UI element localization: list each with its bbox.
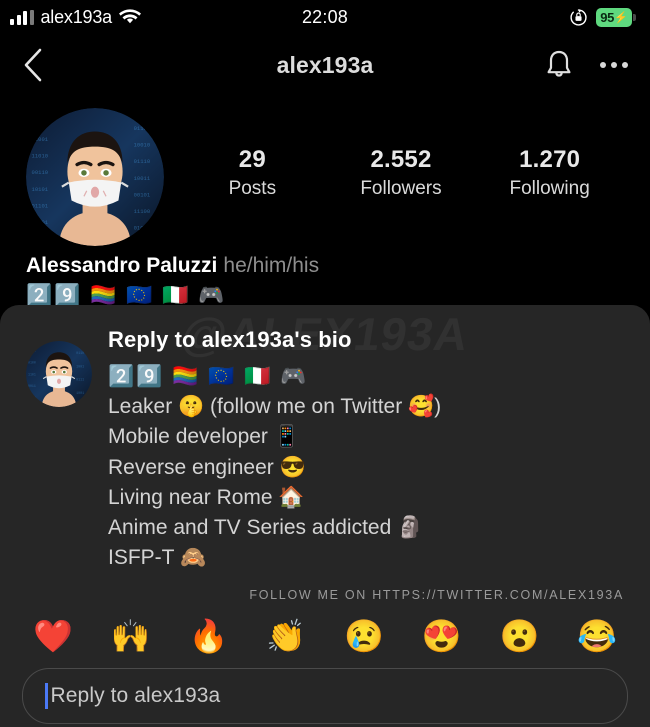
bio-line-emoji: 2️⃣9️⃣ 🏳️‍🌈 🇪🇺 🇮🇹 🎮 xyxy=(108,362,626,392)
quick-reactions-row: ❤️ 🙌 🔥 👏 😢 😍 😮 😂 xyxy=(0,606,650,658)
profile-pronouns: he/him/his xyxy=(223,254,319,277)
bio-line-living-near-rome: Living near Rome 🏠 xyxy=(108,483,626,513)
profile-avatar[interactable]: 10110 01001 11010 00110 10101 01101 11001 00… xyxy=(26,108,164,246)
stat-following-value: 1.270 xyxy=(504,146,596,174)
reply-sheet-avatar[interactable]: 1011 0100 1101 0011 1010 0110 1001 0111 1001 xyxy=(26,341,92,407)
profile-full-name: Alessandro Paluzzi xyxy=(26,254,217,277)
follow-me-note: FOLLOW ME ON HTTPS://TWITTER.COM/ALEX193… xyxy=(108,588,626,602)
stat-posts[interactable]: 29 Posts xyxy=(206,146,298,200)
charging-bolt-icon: ⚡ xyxy=(614,11,628,24)
battery-icon: 95 ⚡ xyxy=(596,8,636,27)
bio-text-block: 2️⃣9️⃣ 🏳️‍🌈 🇪🇺 🇮🇹 🎮 Leaker 🤫 (follow me … xyxy=(108,362,626,574)
bio-line-mobile-developer: Mobile developer 📱 xyxy=(108,422,626,452)
profile-name-row: Alessandro Paluzzi he/him/his xyxy=(26,252,624,280)
reply-sheet-title: Reply to alex193a's bio xyxy=(108,327,626,353)
reaction-raised-hands[interactable]: 🙌 xyxy=(111,620,151,652)
reply-input-container: Reply to alex193a xyxy=(0,658,650,724)
stat-following-label: Following xyxy=(504,178,596,200)
svg-text:11010: 11010 xyxy=(32,153,49,160)
svg-text:10101: 10101 xyxy=(32,186,49,193)
reply-input-placeholder: Reply to alex193a xyxy=(51,684,221,708)
carrier-label: alex193a xyxy=(41,7,112,28)
status-bar-left: alex193a xyxy=(10,7,141,28)
reply-input[interactable]: Reply to alex193a xyxy=(22,668,628,724)
stat-followers-label: Followers xyxy=(355,178,447,200)
wifi-icon xyxy=(119,9,141,25)
svg-text:00110: 00110 xyxy=(32,169,49,176)
bio-line-anime-tv: Anime and TV Series addicted 🗿 xyxy=(108,513,626,543)
svg-text:01101: 01101 xyxy=(134,125,151,132)
stat-followers-value: 2.552 xyxy=(355,146,447,174)
svg-text:11001: 11001 xyxy=(32,219,49,226)
bio-line-isfp: ISFP-T 🙈 xyxy=(108,543,626,573)
navigation-bar: alex193a xyxy=(0,34,650,96)
svg-text:0110: 0110 xyxy=(76,351,84,355)
reaction-joy[interactable]: 😂 xyxy=(577,620,617,652)
reaction-heart-eyes[interactable]: 😍 xyxy=(422,620,462,652)
notification-bell-icon[interactable] xyxy=(544,48,574,82)
svg-text:1011: 1011 xyxy=(28,349,36,353)
reaction-clap[interactable]: 👏 xyxy=(266,620,306,652)
svg-text:11100: 11100 xyxy=(134,208,151,215)
status-bar: alex193a 22:08 95 ⚡ xyxy=(0,0,650,34)
svg-text:01011: 01011 xyxy=(134,224,151,231)
more-options-icon[interactable] xyxy=(600,56,628,74)
reaction-surprised-face[interactable]: 😮 xyxy=(499,620,539,652)
svg-text:01001: 01001 xyxy=(32,136,49,143)
text-cursor xyxy=(45,683,48,709)
svg-text:10011: 10011 xyxy=(134,175,151,182)
stat-followers[interactable]: 2.552 Followers xyxy=(355,146,447,200)
svg-text:01110: 01110 xyxy=(134,158,151,165)
back-chevron-icon[interactable] xyxy=(22,47,44,83)
svg-text:1010: 1010 xyxy=(28,396,36,400)
svg-text:01101: 01101 xyxy=(32,202,49,209)
reply-bio-sheet: @ALEX193A 10110100 11010011 xyxy=(0,305,650,727)
bio-line-reverse-engineer: Reverse engineer 😎 xyxy=(108,453,626,483)
svg-text:1101: 1101 xyxy=(28,372,36,376)
signal-bars-icon xyxy=(10,10,34,25)
reaction-fire[interactable]: 🔥 xyxy=(188,620,228,652)
avatar-image: 10110 01001 11010 00110 10101 01101 11001 00… xyxy=(26,108,164,246)
stat-posts-value: 29 xyxy=(206,146,298,174)
status-bar-right: 95 ⚡ xyxy=(569,8,636,27)
svg-text:0111: 0111 xyxy=(76,378,84,382)
profile-header: 10110 01001 11010 00110 10101 01101 11001 00… xyxy=(0,96,650,246)
stat-following[interactable]: 1.270 Following xyxy=(504,146,596,200)
svg-text:00101: 00101 xyxy=(134,191,151,198)
svg-text:1001: 1001 xyxy=(76,391,84,395)
svg-text:10110: 10110 xyxy=(32,120,49,127)
svg-text:00111: 00111 xyxy=(32,235,49,242)
profile-stats: 29 Posts 2.552 Followers 1.270 Following xyxy=(178,108,624,200)
battery-percent-label: 95 xyxy=(600,10,614,25)
stat-posts-label: Posts xyxy=(206,178,298,200)
svg-text:0100: 0100 xyxy=(28,360,36,364)
reaction-crying-face[interactable]: 😢 xyxy=(344,620,384,652)
svg-text:10010: 10010 xyxy=(134,142,151,149)
reply-avatar-image: 1011 0100 1101 0011 1010 0110 1001 0111 1001 xyxy=(26,341,92,407)
svg-text:0011: 0011 xyxy=(28,384,36,388)
rotation-lock-icon xyxy=(569,8,588,27)
svg-text:1001: 1001 xyxy=(76,364,84,368)
reaction-heart[interactable]: ❤️ xyxy=(33,620,73,652)
bio-line-leaker: Leaker 🤫 (follow me on Twitter 🥰) xyxy=(108,392,626,422)
profile-bio: Alessandro Paluzzihe/him/his 2️⃣9️⃣ 🏳️‍🌈… xyxy=(0,246,650,311)
